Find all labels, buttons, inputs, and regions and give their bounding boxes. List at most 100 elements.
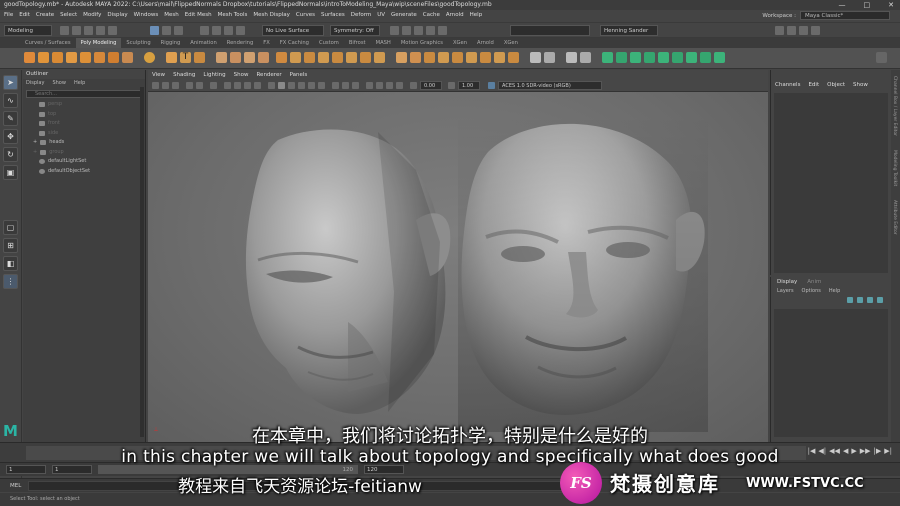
select-by-object-icon[interactable] bbox=[162, 26, 171, 35]
shelf-tab-sculpting[interactable]: Sculpting bbox=[121, 38, 155, 48]
merge-icon[interactable] bbox=[346, 52, 357, 63]
render-icon[interactable] bbox=[390, 26, 399, 35]
layer-menu-help[interactable]: Help bbox=[829, 287, 840, 296]
uv-distortion-icon[interactable] bbox=[700, 52, 711, 63]
side-tab-attribute-editor[interactable]: Attribute Editor bbox=[892, 200, 897, 235]
menu-modify[interactable]: Modify bbox=[83, 10, 101, 21]
multi-cut-icon[interactable] bbox=[396, 52, 407, 63]
new-layer-from-selected-icon[interactable] bbox=[877, 297, 883, 303]
paint-select-tool-icon[interactable]: ✎ bbox=[3, 111, 18, 126]
textured-icon[interactable] bbox=[298, 82, 305, 89]
duplicate-special-icon[interactable] bbox=[544, 52, 555, 63]
outliner-search-input[interactable]: Search... bbox=[26, 90, 142, 98]
menu-curves[interactable]: Curves bbox=[296, 10, 315, 21]
poly-cube-icon[interactable] bbox=[38, 52, 49, 63]
outliner-menu-help[interactable]: Help bbox=[74, 79, 85, 88]
menu-windows[interactable]: Windows bbox=[134, 10, 159, 21]
menu-file[interactable]: File bbox=[4, 10, 13, 21]
menu-mesh[interactable]: Mesh bbox=[164, 10, 178, 21]
close-button[interactable]: ✕ bbox=[888, 0, 894, 10]
side-tab-channel-box[interactable]: Channel Box / Layer Editor bbox=[892, 76, 897, 136]
make-live-icon[interactable] bbox=[466, 52, 477, 63]
menu-arnold[interactable]: Arnold bbox=[446, 10, 464, 21]
uv-layout-icon[interactable] bbox=[616, 52, 627, 63]
planar-map-icon[interactable] bbox=[580, 52, 591, 63]
toggle-channel-box-icon[interactable] bbox=[811, 26, 820, 35]
separate-icon[interactable] bbox=[230, 52, 241, 63]
shelf-tab-mash[interactable]: MASH bbox=[371, 38, 396, 48]
select-by-hierarchy-icon[interactable] bbox=[150, 26, 159, 35]
shelf-tab-animation[interactable]: Animation bbox=[185, 38, 221, 48]
wireframe-on-shaded-icon[interactable] bbox=[288, 82, 295, 89]
boolean-icon[interactable] bbox=[244, 52, 255, 63]
poly-cone-icon[interactable] bbox=[66, 52, 77, 63]
menu-select[interactable]: Select bbox=[60, 10, 77, 21]
shelf-tab-fx[interactable]: FX bbox=[258, 38, 275, 48]
shelf-tab-custom[interactable]: Custom bbox=[314, 38, 344, 48]
move-layer-down-icon[interactable] bbox=[857, 297, 863, 303]
view-transform-dropdown[interactable]: ACES 1.0 SDR-video (sRGB) bbox=[498, 81, 602, 90]
scale-tool-icon[interactable]: ▣ bbox=[3, 165, 18, 180]
xray-icon[interactable] bbox=[376, 82, 383, 89]
tab-display[interactable]: Display bbox=[777, 277, 797, 287]
minimize-button[interactable]: — bbox=[839, 0, 846, 10]
fill-hole-icon[interactable] bbox=[332, 52, 343, 63]
toggle-attribute-editor-icon[interactable] bbox=[787, 26, 796, 35]
expand-icon[interactable]: + bbox=[33, 148, 37, 157]
shelf-tab-curves-surfaces[interactable]: Curves / Surfaces bbox=[20, 38, 76, 48]
select-camera-icon[interactable] bbox=[152, 82, 159, 89]
outliner-layout-icon[interactable]: ⋮ bbox=[3, 274, 18, 289]
outliner-item-default-object-set[interactable]: defaultObjectSet bbox=[23, 167, 145, 177]
film-gate-icon[interactable] bbox=[234, 82, 241, 89]
uv-checker-icon[interactable] bbox=[686, 52, 697, 63]
freeze-transform-icon[interactable] bbox=[508, 52, 519, 63]
layer-list[interactable] bbox=[774, 309, 888, 437]
exposure-icon[interactable] bbox=[410, 82, 417, 89]
motion-blur-icon[interactable] bbox=[342, 82, 349, 89]
snap-view-plane-icon[interactable] bbox=[236, 26, 245, 35]
menu-uv[interactable]: UV bbox=[377, 10, 385, 21]
four-view-layout-icon[interactable]: ⊞ bbox=[3, 238, 18, 253]
super-shape-icon[interactable] bbox=[122, 52, 133, 63]
shelf-settings-icon[interactable] bbox=[876, 52, 887, 63]
gate-mask-icon[interactable] bbox=[254, 82, 261, 89]
shelf-tab-xgen-2[interactable]: XGen bbox=[499, 38, 523, 48]
color-management-icon[interactable] bbox=[488, 82, 495, 89]
shelf-tab-rigging[interactable]: Rigging bbox=[156, 38, 186, 48]
shadows-icon[interactable] bbox=[318, 82, 325, 89]
render-settings-icon[interactable] bbox=[414, 26, 423, 35]
shelf-tab-bifrost[interactable]: Bifrost bbox=[344, 38, 371, 48]
slide-edge-icon[interactable] bbox=[452, 52, 463, 63]
toggle-modeling-toolkit-icon[interactable] bbox=[775, 26, 784, 35]
outliner-item-front[interactable]: front bbox=[23, 119, 145, 129]
uv-editor-icon[interactable] bbox=[566, 52, 577, 63]
lasso-tool-icon[interactable]: ∿ bbox=[3, 93, 18, 108]
isolate-select-icon[interactable] bbox=[366, 82, 373, 89]
live-surface-field[interactable]: No Live Surface bbox=[262, 25, 324, 36]
side-tab-modeling-toolkit[interactable]: Modeling Toolkit bbox=[892, 150, 897, 186]
maximize-button[interactable]: □ bbox=[864, 0, 871, 10]
viewport-menu-panels[interactable]: Panels bbox=[290, 70, 308, 80]
channel-box-menu-edit[interactable]: Edit bbox=[808, 80, 819, 91]
smooth-shade-icon[interactable] bbox=[278, 82, 285, 89]
bevel-icon[interactable] bbox=[304, 52, 315, 63]
outliner-scrollbar[interactable] bbox=[140, 87, 144, 437]
mirror-icon[interactable] bbox=[530, 52, 541, 63]
viewport-menu-shading[interactable]: Shading bbox=[173, 70, 195, 80]
open-scene-icon[interactable] bbox=[72, 26, 81, 35]
offset-edge-loop-icon[interactable] bbox=[424, 52, 435, 63]
new-scene-icon[interactable] bbox=[60, 26, 69, 35]
xray-joints-icon[interactable] bbox=[386, 82, 393, 89]
shelf-tab-poly-modeling[interactable]: Poly Modeling bbox=[75, 38, 122, 48]
poly-sphere-icon[interactable] bbox=[24, 52, 35, 63]
new-layer-icon[interactable] bbox=[867, 297, 873, 303]
symmetry-dropdown[interactable]: Symmetry: Off bbox=[330, 25, 380, 36]
redo-icon[interactable] bbox=[108, 26, 117, 35]
hypershade-icon[interactable] bbox=[426, 26, 435, 35]
target-weld-icon[interactable] bbox=[360, 52, 371, 63]
menu-edit[interactable]: Edit bbox=[19, 10, 30, 21]
2d-pan-zoom-icon[interactable] bbox=[196, 82, 203, 89]
svg-icon[interactable] bbox=[194, 52, 205, 63]
combine-icon[interactable] bbox=[216, 52, 227, 63]
snap-grid-icon[interactable] bbox=[200, 26, 209, 35]
